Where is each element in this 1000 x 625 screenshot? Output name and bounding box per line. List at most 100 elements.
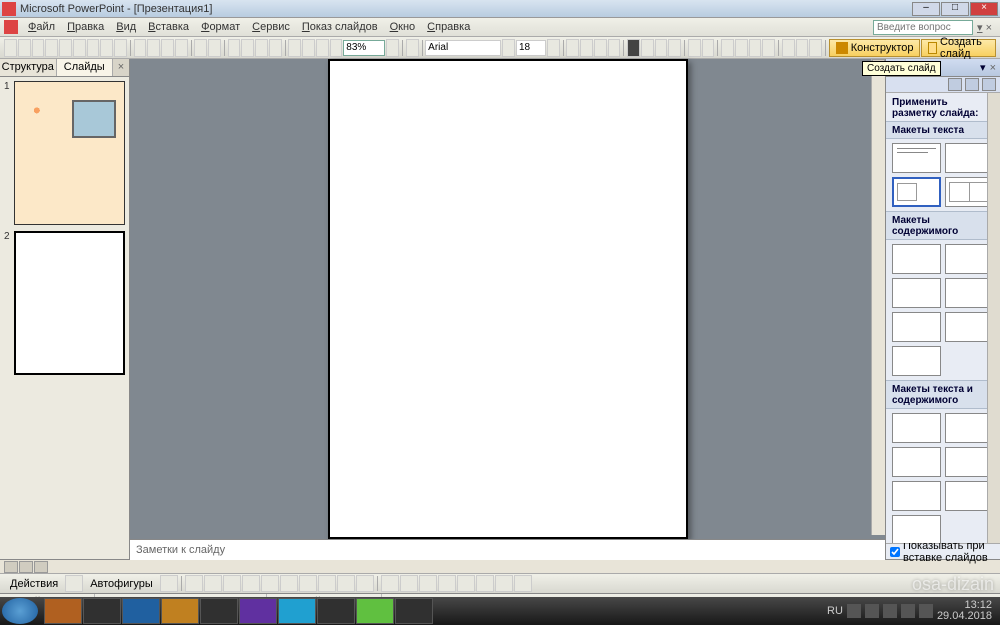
- hyperlink-button[interactable]: [269, 39, 282, 57]
- zoom-input[interactable]: [343, 40, 385, 56]
- rectangle-button[interactable]: [223, 575, 241, 592]
- font-color-draw-button[interactable]: [419, 575, 437, 592]
- copy-button[interactable]: [147, 39, 160, 57]
- tab-slides[interactable]: Слайды: [57, 59, 114, 76]
- decrease-indent-button[interactable]: [782, 39, 795, 57]
- line-color-button[interactable]: [400, 575, 418, 592]
- tray-icon[interactable]: [883, 604, 897, 618]
- sorter-view-button[interactable]: [19, 561, 33, 573]
- expand-button[interactable]: [288, 39, 301, 57]
- help-button[interactable]: [406, 39, 419, 57]
- nav-home-icon[interactable]: [982, 78, 996, 91]
- bullets-button[interactable]: [735, 39, 748, 57]
- maximize-button[interactable]: □: [941, 2, 969, 16]
- layout-option[interactable]: [892, 312, 941, 342]
- line-style-button[interactable]: [438, 575, 456, 592]
- arrow-style-button[interactable]: [476, 575, 494, 592]
- taskbar-app[interactable]: [200, 598, 238, 624]
- start-button[interactable]: [2, 598, 38, 624]
- research-button[interactable]: [114, 39, 127, 57]
- notes-pane[interactable]: Заметки к слайду: [130, 539, 885, 560]
- show-formatting-button[interactable]: [302, 39, 315, 57]
- menu-insert[interactable]: Вставка: [142, 19, 195, 35]
- layout-option[interactable]: [892, 143, 941, 173]
- taskbar-app[interactable]: [356, 598, 394, 624]
- increase-indent-button[interactable]: [796, 39, 809, 57]
- slide-thumbnail[interactable]: 1: [4, 81, 125, 225]
- align-center-button[interactable]: [641, 39, 654, 57]
- tray-icon[interactable]: [919, 604, 933, 618]
- shadow-style-button[interactable]: [495, 575, 513, 592]
- increase-font-button[interactable]: [749, 39, 762, 57]
- layout-option[interactable]: [892, 346, 941, 376]
- paste-button[interactable]: [161, 39, 174, 57]
- vertical-scrollbar[interactable]: [871, 59, 885, 535]
- autoshapes-dropdown-icon[interactable]: [160, 575, 178, 592]
- menu-window[interactable]: Окно: [384, 19, 422, 35]
- zoom-dropdown-icon[interactable]: [386, 39, 399, 57]
- tables-borders-button[interactable]: [255, 39, 268, 57]
- actions-menu[interactable]: Действия: [4, 578, 64, 590]
- tray-icon[interactable]: [847, 604, 861, 618]
- menu-tools[interactable]: Сервис: [246, 19, 296, 35]
- taskbar-app[interactable]: [278, 598, 316, 624]
- fill-color-button[interactable]: [381, 575, 399, 592]
- chart-button[interactable]: [228, 39, 241, 57]
- menu-edit[interactable]: Правка: [61, 19, 110, 35]
- new-slide-button[interactable]: Создать слайд: [921, 39, 996, 57]
- align-left-button[interactable]: [627, 39, 640, 57]
- designer-button[interactable]: Конструктор: [829, 39, 921, 57]
- color-button[interactable]: [330, 39, 343, 57]
- grid-button[interactable]: [316, 39, 329, 57]
- ltr-button[interactable]: [688, 39, 701, 57]
- align-right-button[interactable]: [655, 39, 668, 57]
- layout-option[interactable]: [892, 413, 941, 443]
- layout-option[interactable]: [892, 278, 941, 308]
- ask-question-input[interactable]: [873, 20, 973, 35]
- vertical-textbox-button[interactable]: [280, 575, 298, 592]
- line-button[interactable]: [185, 575, 203, 592]
- undo-button[interactable]: [194, 39, 207, 57]
- wordart-button[interactable]: [299, 575, 317, 592]
- textbox-button[interactable]: [261, 575, 279, 592]
- picture-button[interactable]: [356, 575, 374, 592]
- menu-format[interactable]: Формат: [195, 19, 246, 35]
- taskbar-app[interactable]: [239, 598, 277, 624]
- nav-back-icon[interactable]: [948, 78, 962, 91]
- font-input[interactable]: [425, 40, 501, 56]
- shadow-button[interactable]: [608, 39, 621, 57]
- slide-canvas[interactable]: [130, 59, 885, 539]
- minimize-button[interactable]: –: [912, 2, 940, 16]
- task-pane-close-button[interactable]: ×: [990, 62, 996, 74]
- layout-option[interactable]: [892, 177, 941, 207]
- taskbar-app[interactable]: [317, 598, 355, 624]
- taskbar-app[interactable]: [44, 598, 82, 624]
- help-dropdown-icon[interactable]: ▾ ×: [973, 21, 996, 34]
- format-painter-button[interactable]: [175, 39, 188, 57]
- select-button[interactable]: [65, 575, 83, 592]
- font-color-button[interactable]: [809, 39, 822, 57]
- clipart-button[interactable]: [337, 575, 355, 592]
- font-size-dropdown-icon[interactable]: [547, 39, 560, 57]
- close-button[interactable]: ×: [970, 2, 998, 16]
- layout-option[interactable]: [892, 447, 941, 477]
- taskbar-app[interactable]: [122, 598, 160, 624]
- arrow-button[interactable]: [204, 575, 222, 592]
- new-button[interactable]: [4, 39, 17, 57]
- rtl-button[interactable]: [702, 39, 715, 57]
- nav-fwd-icon[interactable]: [965, 78, 979, 91]
- taskbar-app[interactable]: [395, 598, 433, 624]
- menu-view[interactable]: Вид: [110, 19, 142, 35]
- spellcheck-button[interactable]: [100, 39, 113, 57]
- email-button[interactable]: [59, 39, 72, 57]
- menu-file[interactable]: Файл: [22, 19, 61, 35]
- task-pane-scrollbar[interactable]: [987, 93, 1000, 543]
- current-slide[interactable]: [328, 59, 688, 539]
- 3d-style-button[interactable]: [514, 575, 532, 592]
- autoshapes-menu[interactable]: Автофигуры: [84, 578, 159, 590]
- redo-button[interactable]: [208, 39, 221, 57]
- save-button[interactable]: [32, 39, 45, 57]
- tab-outline[interactable]: Структура: [0, 59, 57, 76]
- table-button[interactable]: [241, 39, 254, 57]
- layout-option[interactable]: [892, 244, 941, 274]
